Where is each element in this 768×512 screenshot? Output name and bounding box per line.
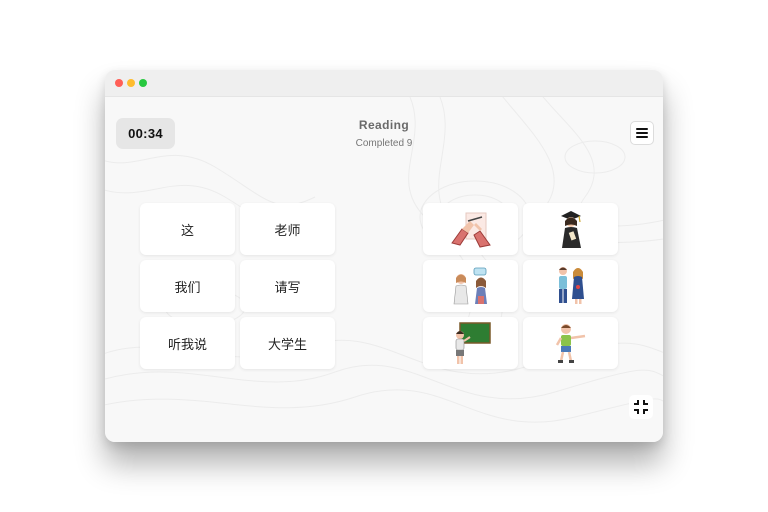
picture-card[interactable] xyxy=(423,317,518,369)
collapse-button[interactable] xyxy=(629,395,653,419)
word-card[interactable]: 听我说 xyxy=(140,317,235,369)
game-area: 00:34 Reading Completed 9 这 老师 我们 请写 听我说… xyxy=(105,97,663,442)
teacher-at-blackboard-icon xyxy=(455,322,491,364)
hands-writing-icon xyxy=(450,212,491,248)
picture-card[interactable] xyxy=(423,203,518,255)
word-card[interactable]: 大学生 xyxy=(240,317,335,369)
close-window-button[interactable] xyxy=(115,79,123,87)
picture-card[interactable] xyxy=(523,317,618,369)
people-talking-icon xyxy=(453,267,487,305)
picture-card[interactable] xyxy=(523,260,618,312)
graduate-icon xyxy=(560,211,581,248)
menu-button[interactable] xyxy=(630,121,654,145)
timer-display: 00:34 xyxy=(116,118,175,149)
word-card[interactable]: 我们 xyxy=(140,260,235,312)
word-card[interactable]: 请写 xyxy=(240,260,335,312)
picture-card[interactable] xyxy=(523,203,618,255)
app-window: 00:34 Reading Completed 9 这 老师 我们 请写 听我说… xyxy=(105,70,663,442)
couple-standing-icon xyxy=(558,267,584,304)
picture-card[interactable] xyxy=(423,260,518,312)
maximize-window-button[interactable] xyxy=(139,79,147,87)
title-bar xyxy=(105,70,663,97)
boy-pointing-icon xyxy=(555,324,585,363)
hamburger-menu-icon xyxy=(636,128,648,138)
word-card[interactable]: 这 xyxy=(140,203,235,255)
minimize-window-button[interactable] xyxy=(127,79,135,87)
word-card[interactable]: 老师 xyxy=(240,203,335,255)
collapse-fullscreen-icon xyxy=(634,400,648,414)
completed-count: Completed 9 xyxy=(355,138,413,149)
page-title: Reading xyxy=(358,118,410,132)
